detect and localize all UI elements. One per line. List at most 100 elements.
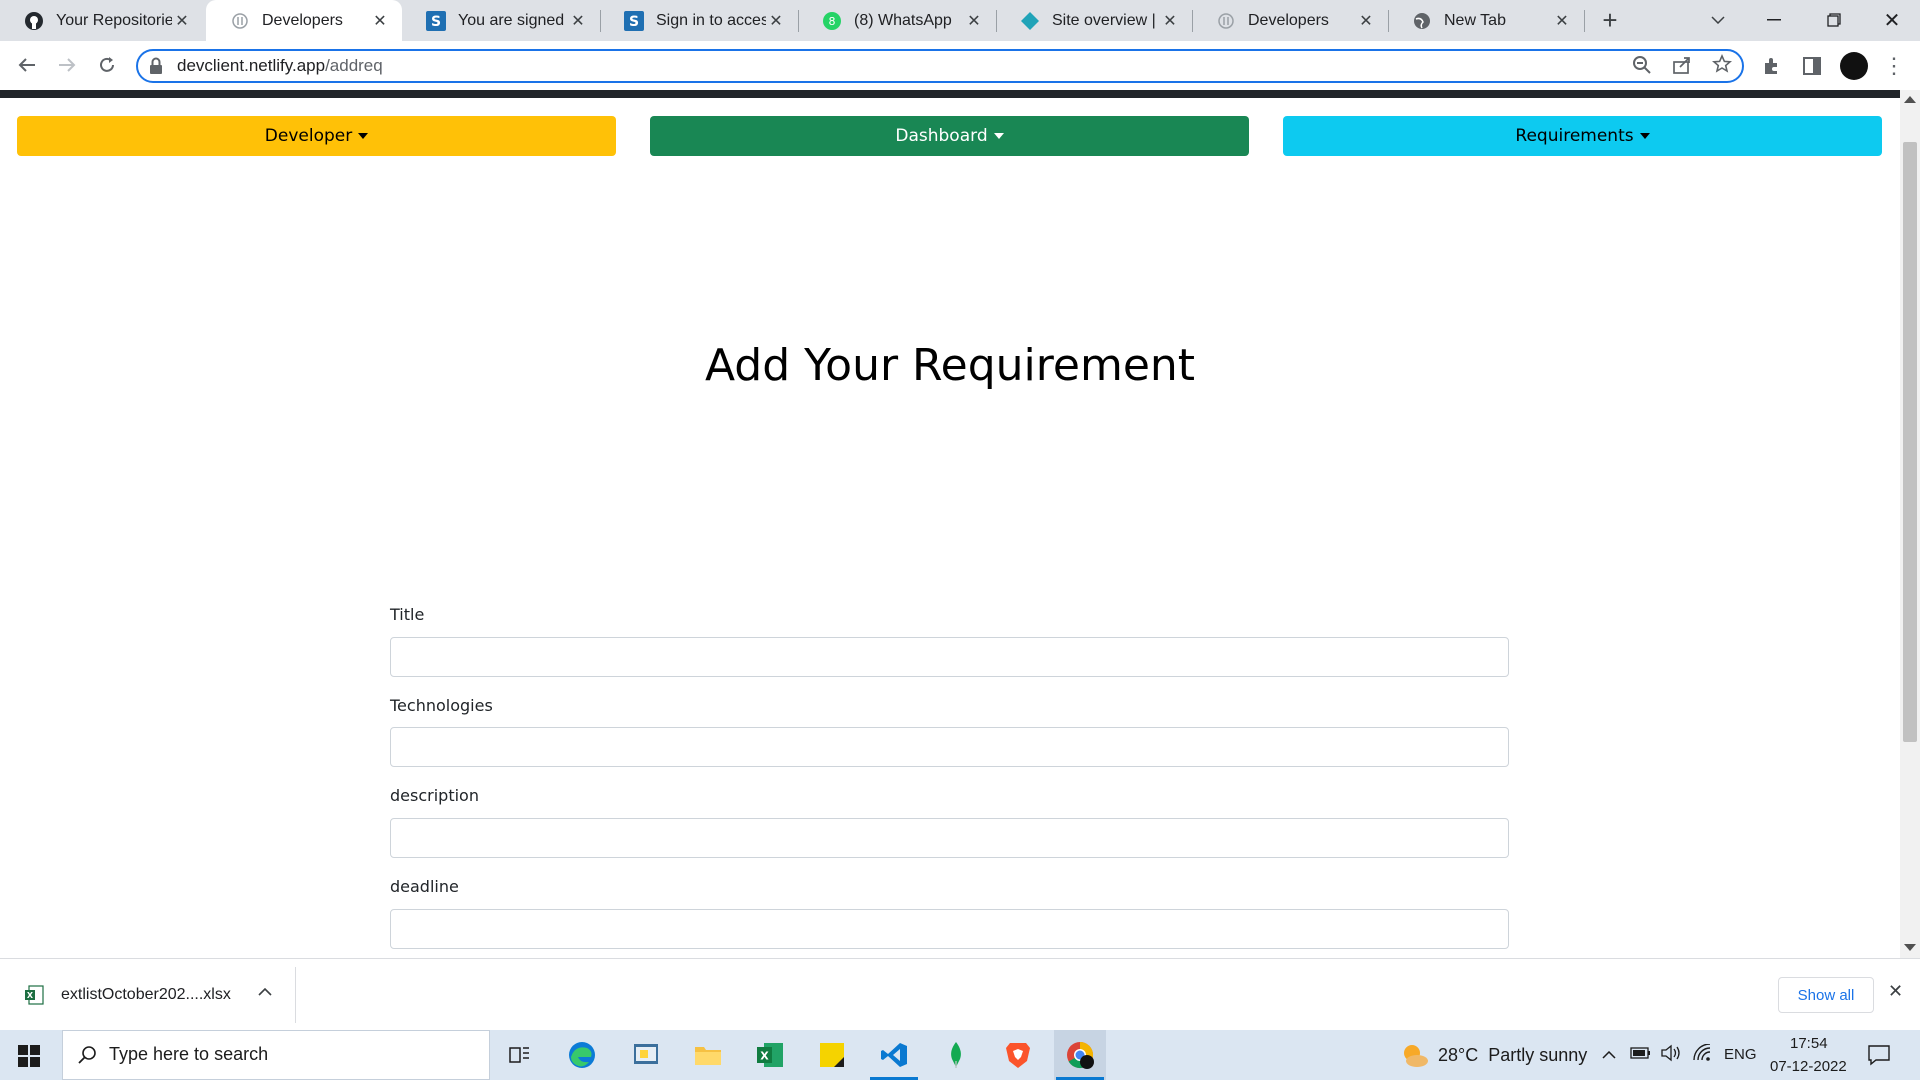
deadline-input[interactable] xyxy=(390,909,1509,949)
description-input[interactable] xyxy=(390,818,1509,858)
tab-developers[interactable]: Developers ✕ xyxy=(1192,0,1388,41)
tab-developers-active[interactable]: Developers ✕ xyxy=(206,0,402,41)
developer-dropdown-button[interactable]: Developer xyxy=(17,116,616,156)
dashboard-label: Dashboard xyxy=(895,126,988,146)
chevron-down-icon[interactable] xyxy=(1704,6,1732,34)
tab-whatsapp[interactable]: 8 (8) WhatsApp ✕ xyxy=(798,0,996,41)
close-icon[interactable]: ✕ xyxy=(172,11,192,31)
tab-signed-in[interactable]: S You are signed in ✕ xyxy=(402,0,600,41)
title-input[interactable] xyxy=(390,637,1509,677)
extensions-icon[interactable] xyxy=(1758,52,1786,80)
close-icon[interactable]: ✕ xyxy=(370,11,390,31)
page-icon xyxy=(230,11,250,31)
url-text: devclient.netlify.app/addreq xyxy=(177,56,383,76)
page-title: Add Your Requirement xyxy=(704,340,1196,391)
scroll-down-arrow[interactable] xyxy=(1904,944,1916,951)
new-tab-icon[interactable]: + xyxy=(1596,5,1624,35)
url-path: /addreq xyxy=(325,56,383,75)
netlify-icon xyxy=(1020,11,1040,31)
show-all-button[interactable]: Show all xyxy=(1778,977,1874,1013)
reload-icon[interactable] xyxy=(93,51,121,79)
bookmark-star-icon[interactable] xyxy=(1712,54,1732,79)
tab-title: You are signed in xyxy=(458,11,568,29)
tab-strip: Your Repositories ✕ Developers ✕ S You a… xyxy=(0,0,1920,41)
task-view-icon[interactable] xyxy=(494,1030,546,1080)
globe-icon xyxy=(1412,11,1432,31)
weather-icon[interactable] xyxy=(1400,1042,1430,1073)
close-icon[interactable]: ✕ xyxy=(1888,981,1903,1002)
tab-title: Sign in to access xyxy=(656,11,766,29)
clock-date[interactable]: 07-12-2022 xyxy=(1770,1058,1847,1075)
tab-new-tab[interactable]: New Tab ✕ xyxy=(1388,0,1584,41)
svg-text:8: 8 xyxy=(829,15,836,28)
tab-title: Developers xyxy=(1248,11,1329,29)
minimize-icon[interactable] xyxy=(1760,6,1788,34)
address-bar[interactable]: devclient.netlify.app/addreq xyxy=(136,49,1744,83)
deadline-label: deadline xyxy=(390,877,459,896)
brave-icon[interactable] xyxy=(992,1030,1044,1080)
edge-icon[interactable] xyxy=(556,1030,608,1080)
dashboard-dropdown-button[interactable]: Dashboard xyxy=(650,116,1249,156)
scroll-up-arrow[interactable] xyxy=(1904,96,1916,103)
python-idle-icon[interactable] xyxy=(620,1030,672,1080)
share-icon[interactable] xyxy=(1672,55,1692,80)
file-explorer-icon[interactable] xyxy=(682,1030,734,1080)
clock-time[interactable]: 17:54 xyxy=(1790,1035,1828,1052)
volume-icon[interactable] xyxy=(1660,1044,1682,1067)
svg-text:X: X xyxy=(27,991,34,1000)
restore-icon[interactable] xyxy=(1820,6,1848,34)
weather-text[interactable]: 28°C Partly sunny xyxy=(1438,1045,1587,1066)
search-icon xyxy=(77,1045,97,1070)
caret-down-icon xyxy=(993,133,1004,139)
back-icon[interactable] xyxy=(13,51,41,79)
close-icon[interactable]: ✕ xyxy=(1356,11,1376,31)
notification-icon[interactable] xyxy=(1868,1044,1890,1071)
whatsapp-icon: 8 xyxy=(822,11,842,31)
close-icon[interactable]: ✕ xyxy=(964,11,984,31)
excel-file-icon: X xyxy=(24,985,44,1010)
close-window-icon[interactable]: ✕ xyxy=(1878,6,1906,34)
excel-icon[interactable]: X xyxy=(744,1030,796,1080)
tab-sign-in-access[interactable]: S Sign in to access ✕ xyxy=(600,0,798,41)
scrollbar-thumb[interactable] xyxy=(1903,142,1917,742)
chevron-up-icon[interactable] xyxy=(258,983,272,1001)
tab-title: (8) WhatsApp xyxy=(854,11,952,29)
tab-title: Developers xyxy=(262,11,343,29)
sticky-notes-icon[interactable] xyxy=(806,1030,858,1080)
tab-your-repositories[interactable]: Your Repositories ✕ xyxy=(0,0,204,41)
zoom-icon[interactable] xyxy=(1632,55,1652,80)
top-dark-bar xyxy=(0,90,1900,98)
avatar[interactable] xyxy=(1840,52,1868,80)
vscode-icon[interactable] xyxy=(868,1030,920,1080)
requirements-dropdown-button[interactable]: Requirements xyxy=(1283,116,1882,156)
caret-down-icon xyxy=(358,133,369,139)
tab-title: New Tab xyxy=(1444,11,1506,29)
chrome-icon[interactable] xyxy=(1054,1030,1106,1080)
search-placeholder: Type here to search xyxy=(109,1044,269,1064)
chevron-up-icon[interactable] xyxy=(1602,1046,1616,1064)
battery-icon[interactable] xyxy=(1630,1046,1652,1065)
windows-start-icon[interactable] xyxy=(18,1045,40,1072)
wifi-icon[interactable] xyxy=(1692,1043,1712,1067)
lock-icon[interactable] xyxy=(149,57,163,80)
mongodb-icon[interactable] xyxy=(930,1030,982,1080)
tab-title: Site overview | de xyxy=(1052,11,1160,29)
tab-site-overview[interactable]: Site overview | de ✕ xyxy=(996,0,1192,41)
language-indicator[interactable]: ENG xyxy=(1724,1046,1757,1063)
taskbar-search-box[interactable]: Type here to search xyxy=(62,1030,490,1080)
download-bar: X extlistOctober202....xlsx Show all ✕ xyxy=(0,958,1920,1031)
side-panel-icon[interactable] xyxy=(1798,52,1826,80)
close-icon[interactable]: ✕ xyxy=(1552,11,1572,31)
url-host: devclient.netlify.app xyxy=(177,56,326,75)
close-icon[interactable]: ✕ xyxy=(568,11,588,31)
s-icon: S xyxy=(426,10,446,31)
technologies-input[interactable] xyxy=(390,727,1509,767)
close-icon[interactable]: ✕ xyxy=(1160,11,1180,31)
tab-title: Your Repositories xyxy=(56,11,172,29)
svg-text:S: S xyxy=(629,14,639,30)
download-filename[interactable]: extlistOctober202....xlsx xyxy=(61,986,231,1004)
menu-dots-icon[interactable]: ⋮ xyxy=(1880,52,1908,80)
requirements-label: Requirements xyxy=(1515,126,1634,146)
close-icon[interactable]: ✕ xyxy=(766,11,786,31)
forward-icon[interactable] xyxy=(53,51,81,79)
